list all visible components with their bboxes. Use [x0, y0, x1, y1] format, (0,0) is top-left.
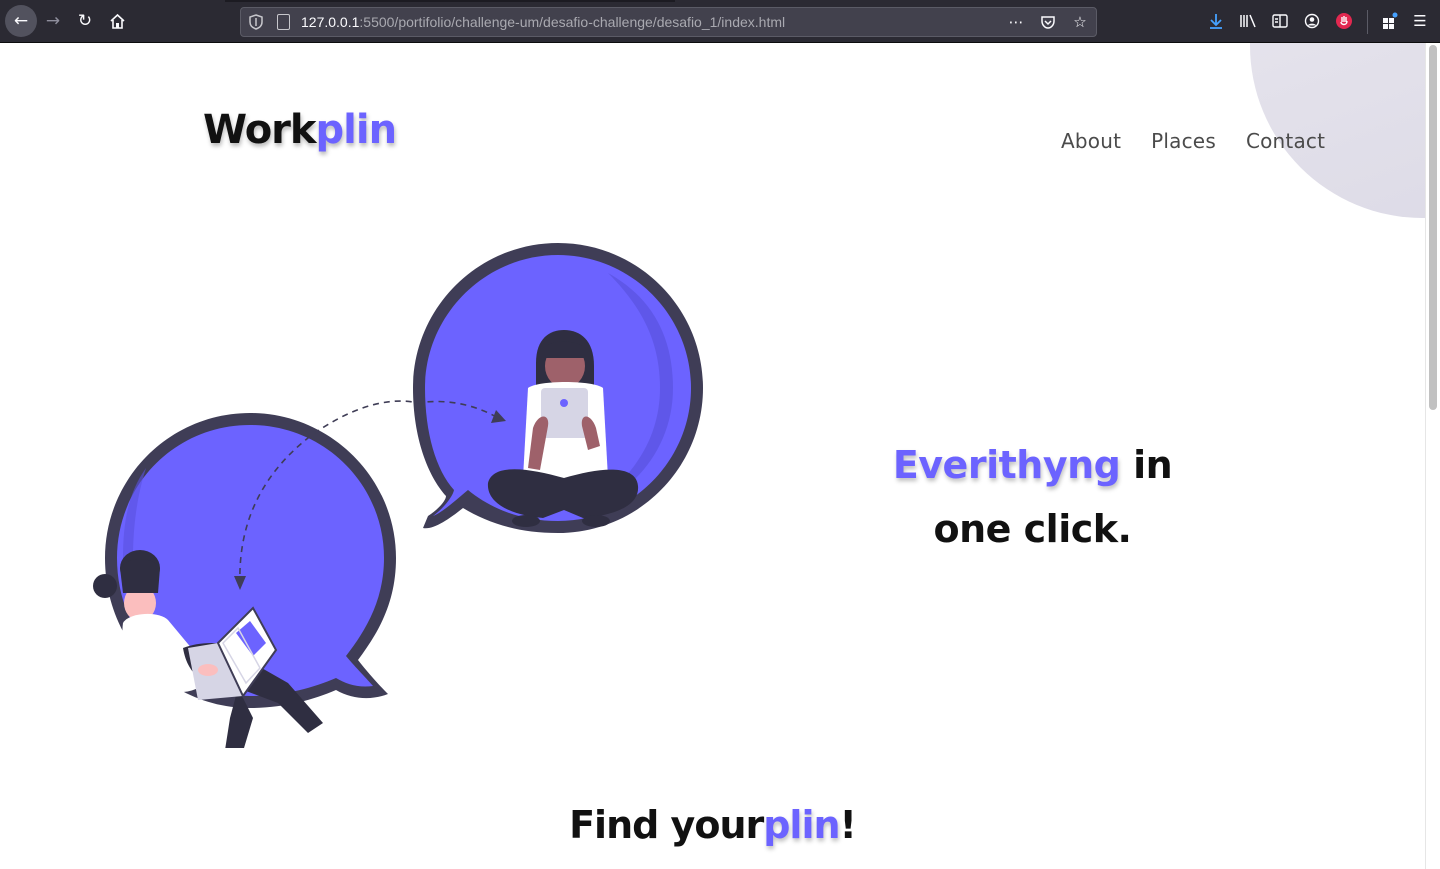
section-title: Find yourplin! — [0, 803, 1425, 847]
menu-icon[interactable]: ☰ — [1410, 8, 1430, 34]
main-nav: About Places Contact — [1061, 129, 1325, 153]
reader-icon[interactable] — [1270, 8, 1290, 34]
nav-contact[interactable]: Contact — [1246, 129, 1325, 153]
page-icon — [277, 14, 290, 30]
find-accent: plin — [763, 803, 840, 847]
url-path: :5500/portifolio/challenge-um/desafio-ch… — [359, 14, 786, 30]
forward-arrow-icon[interactable]: → — [39, 7, 67, 35]
nav-about[interactable]: About — [1061, 129, 1121, 153]
headline-line-2: one click. — [933, 507, 1132, 551]
url-host: 127.0.0.1 — [301, 14, 360, 30]
puzzle-icon[interactable] — [1380, 8, 1400, 34]
url-bar[interactable]: 127.0.0.1:5500/portifolio/challenge-um/d… — [240, 7, 1097, 37]
reload-icon[interactable]: ↻ — [71, 7, 99, 35]
logo[interactable]: Workplin — [203, 107, 398, 153]
headline-accent: Everithyng — [892, 443, 1121, 487]
scrollbar[interactable] — [1425, 43, 1440, 869]
star-icon[interactable]: ☆ — [1070, 11, 1090, 33]
account-icon[interactable] — [1302, 8, 1322, 34]
back-arrow-icon[interactable]: ← — [5, 5, 37, 37]
nav-places[interactable]: Places — [1151, 129, 1216, 153]
logo-main: Work — [203, 107, 317, 153]
extension-icon[interactable] — [1334, 8, 1354, 34]
more-icon[interactable]: ⋯ — [1006, 11, 1026, 33]
logo-accent: plin — [315, 107, 398, 153]
hero-headline: Everithyng in one click. — [860, 433, 1205, 561]
page: Workplin About Places Contact Everithyng… — [0, 43, 1425, 869]
active-tab-edge — [225, 0, 675, 2]
find-end: ! — [839, 803, 857, 847]
home-icon[interactable] — [103, 7, 131, 35]
headline-rest: in — [1120, 443, 1173, 487]
find-main: Find your — [569, 803, 764, 847]
scrollbar-thumb[interactable] — [1429, 45, 1437, 410]
pocket-icon[interactable] — [1038, 11, 1058, 33]
hero-illustration — [93, 243, 703, 748]
browser-toolbar: ← → ↻ 127.0.0.1:5500/portifolio/challeng… — [0, 0, 1440, 43]
library-icon[interactable] — [1238, 8, 1258, 34]
download-icon[interactable] — [1206, 8, 1226, 34]
toolbar-separator — [1367, 10, 1368, 34]
shield-icon[interactable] — [249, 14, 263, 30]
url-text[interactable]: 127.0.0.1:5500/portifolio/challenge-um/d… — [301, 14, 785, 30]
